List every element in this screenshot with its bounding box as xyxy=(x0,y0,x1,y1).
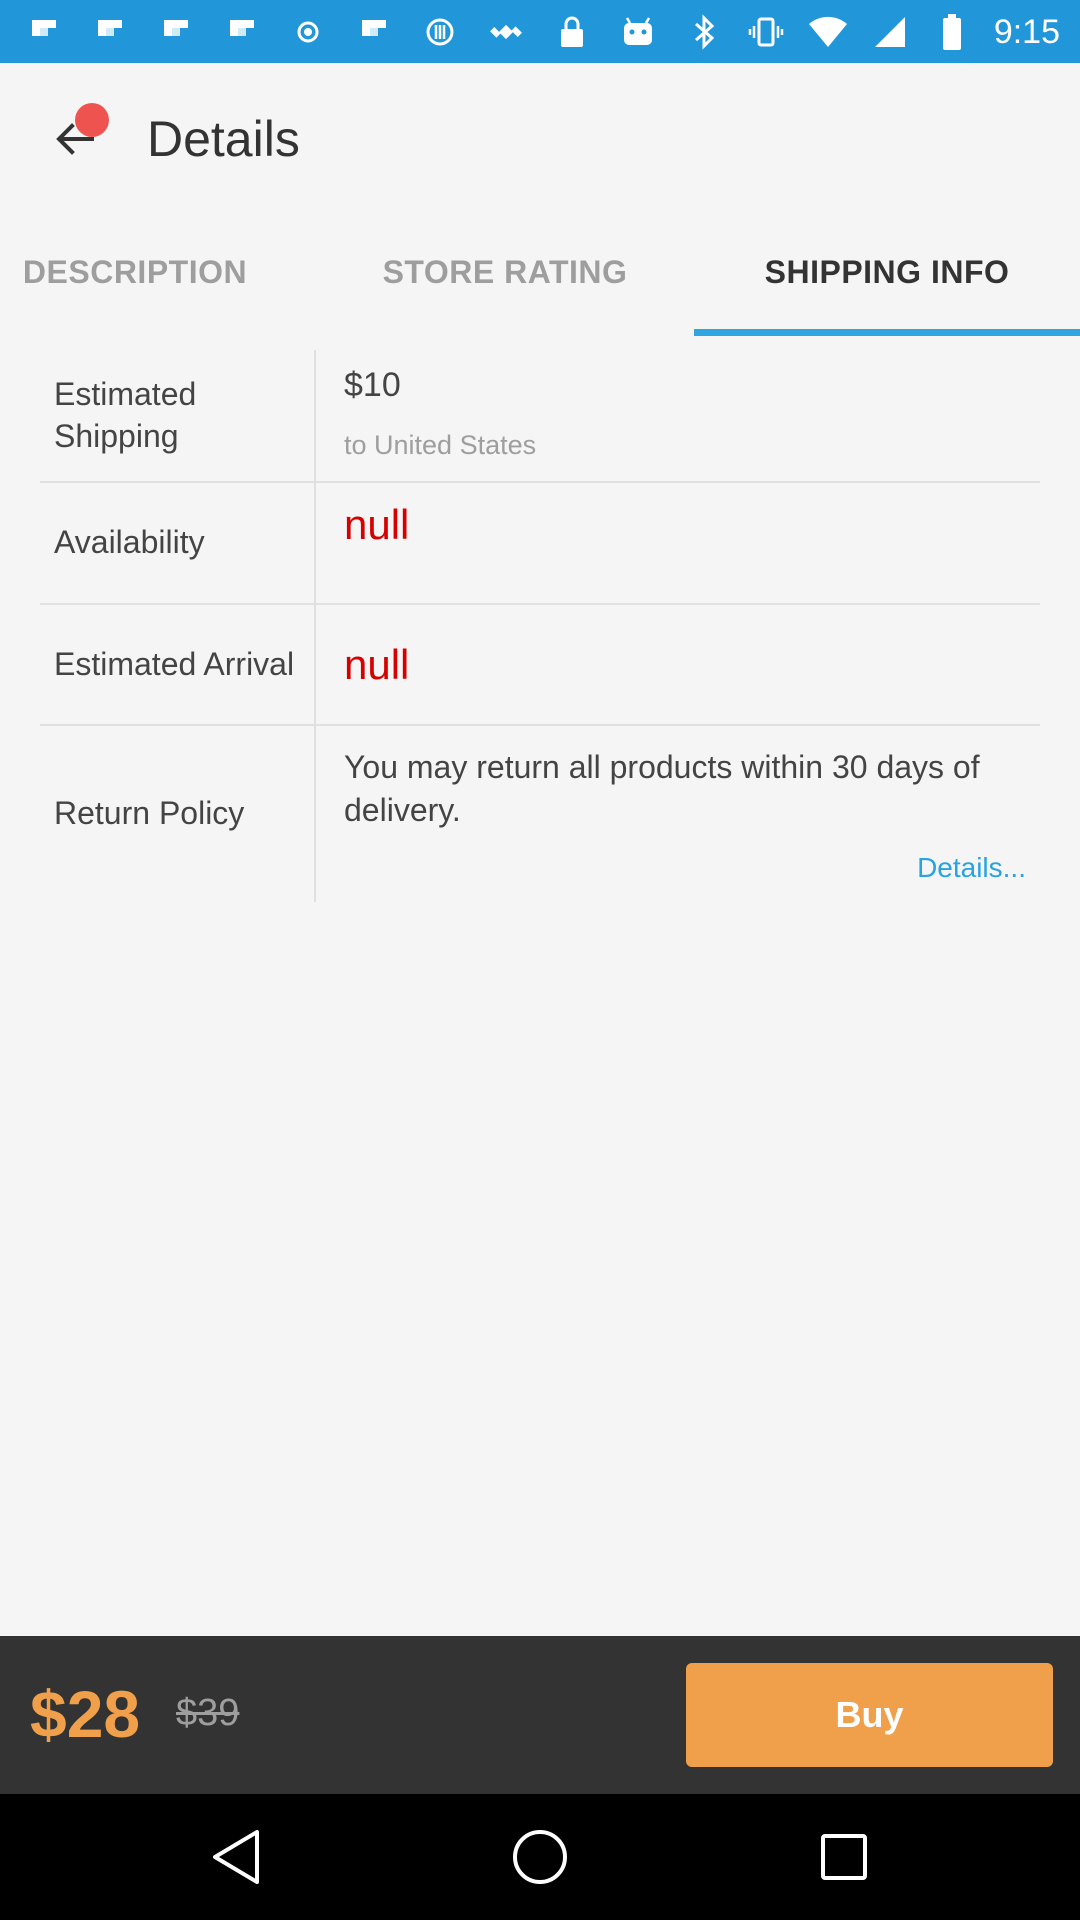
availability-value-cell: null xyxy=(316,483,1040,603)
page-title: Details xyxy=(147,111,300,167)
tab-bar: DESCRIPTION STORE RATING SHIPPING INFO xyxy=(0,208,1080,336)
table-row: Estimated Arrival null xyxy=(40,605,1040,726)
estimated-arrival-label: Estimated Arrival xyxy=(40,605,316,724)
estimated-shipping-value: $10 to United States xyxy=(316,350,1040,481)
purchase-bar: $28 $39 Buy xyxy=(0,1636,1080,1794)
return-policy-text: You may return all products within 30 da… xyxy=(344,749,980,829)
table-row: Availability null xyxy=(40,483,1040,605)
shipping-info-table: Estimated Shipping $10 to United States … xyxy=(40,350,1040,902)
flipboard-icon xyxy=(420,12,460,52)
current-price: $28 xyxy=(30,1677,141,1751)
nav-back-button[interactable] xyxy=(201,1822,271,1892)
estimated-shipping-label: Estimated Shipping xyxy=(40,350,316,481)
status-bar: 9:15 xyxy=(0,0,1080,63)
estimated-arrival-value-cell: null xyxy=(316,605,1040,724)
tab-store-rating[interactable]: STORE RATING xyxy=(350,208,660,336)
shipping-price: $10 xyxy=(344,366,401,404)
tab-shipping-info[interactable]: SHIPPING INFO xyxy=(694,208,1080,336)
return-policy-details-link[interactable]: Details... xyxy=(917,852,1026,884)
tab-indicator xyxy=(694,329,1080,336)
availability-label: Availability xyxy=(40,483,316,603)
system-nav-bar xyxy=(0,1794,1080,1920)
square-recents-icon xyxy=(821,1834,867,1880)
battery-icon xyxy=(932,12,972,52)
signal-icon xyxy=(870,12,910,52)
bluetooth-icon xyxy=(684,12,724,52)
return-policy-value-cell: You may return all products within 30 da… xyxy=(316,726,1040,902)
flipboard-icon xyxy=(156,12,196,52)
android-icon xyxy=(618,12,658,52)
nav-home-button[interactable] xyxy=(505,1822,575,1892)
circle-home-icon xyxy=(513,1830,567,1884)
nav-recents-button[interactable] xyxy=(809,1822,879,1892)
shipping-destination: to United States xyxy=(344,430,537,460)
table-row: Estimated Shipping $10 to United States xyxy=(40,350,1040,483)
return-policy-label: Return Policy xyxy=(40,726,316,902)
vibrate-icon xyxy=(746,12,786,52)
notification-badge xyxy=(75,103,109,137)
original-price: $39 xyxy=(176,1692,240,1734)
availability-value: null xyxy=(344,501,410,548)
lock-icon xyxy=(552,12,592,52)
wifi-icon xyxy=(808,12,848,52)
estimated-arrival-value: null xyxy=(344,641,410,688)
flipboard-icon xyxy=(222,12,262,52)
status-notification-icons xyxy=(24,10,658,54)
status-system-icons: 9:15 xyxy=(684,8,1060,56)
status-time: 9:15 xyxy=(993,12,1060,51)
table-row: Return Policy You may return all product… xyxy=(40,726,1040,902)
flipboard-icon xyxy=(24,12,64,52)
satellite-icon xyxy=(486,12,526,52)
triangle-back-icon xyxy=(213,1830,259,1884)
flipboard-icon xyxy=(90,12,130,52)
buy-button[interactable]: Buy xyxy=(686,1663,1053,1767)
tab-description[interactable]: DESCRIPTION xyxy=(0,208,270,336)
app-bar: Details xyxy=(0,63,1080,208)
flipboard-icon xyxy=(354,12,394,52)
dot-icon xyxy=(288,12,328,52)
